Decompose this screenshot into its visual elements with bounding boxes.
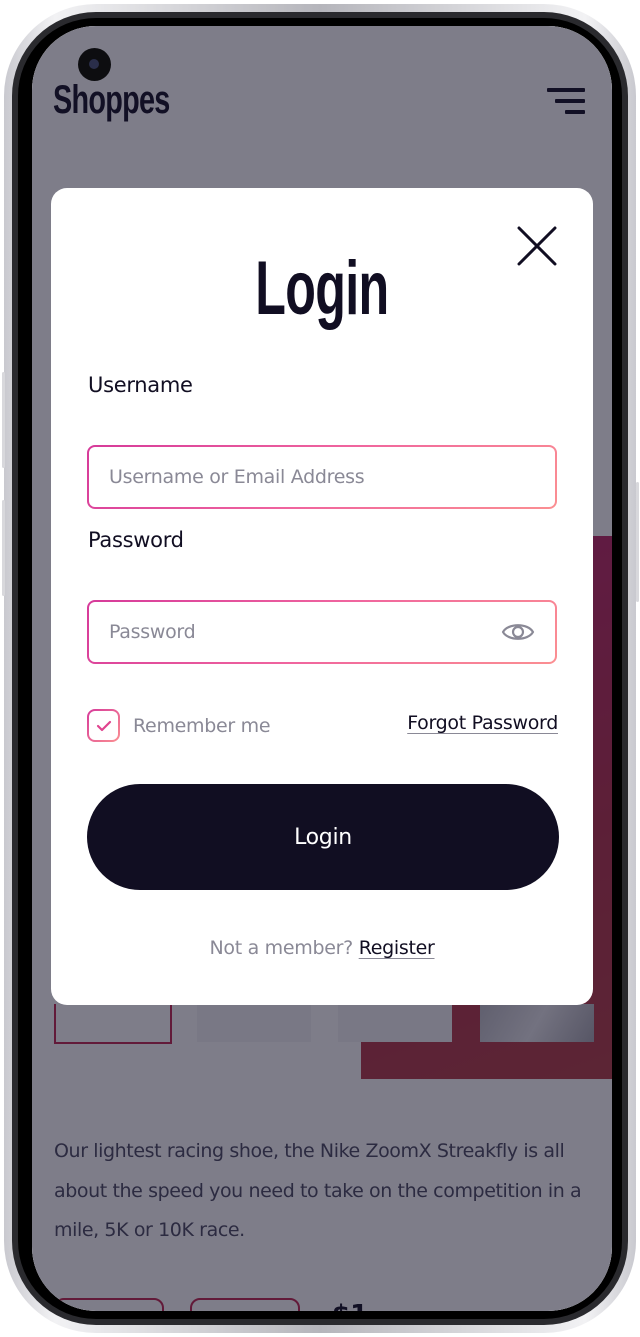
phone-side-button xyxy=(2,500,5,596)
modal-title-wrap: Login xyxy=(51,244,593,334)
remember-me-checkbox[interactable]: Remember me xyxy=(87,709,271,742)
forgot-password-link[interactable]: Forgot Password xyxy=(407,712,558,734)
password-field-wrap xyxy=(87,600,557,664)
checkbox-box[interactable] xyxy=(87,709,120,742)
login-modal: Login Username Password xyxy=(51,188,593,1005)
front-camera xyxy=(78,48,111,81)
register-prompt: Not a member? xyxy=(209,937,353,959)
username-label: Username xyxy=(88,373,193,397)
modal-title: Login xyxy=(255,246,389,331)
register-link[interactable]: Register xyxy=(359,937,435,959)
phone-side-button xyxy=(636,482,639,602)
register-row: Not a member? Register xyxy=(51,937,593,959)
username-field-wrap xyxy=(87,445,557,509)
password-input[interactable] xyxy=(109,621,493,643)
password-label: Password xyxy=(88,528,184,552)
eye-icon[interactable] xyxy=(501,619,535,645)
remember-me-label: Remember me xyxy=(133,714,271,737)
username-input[interactable] xyxy=(109,466,535,488)
checkmark-icon xyxy=(96,720,111,731)
screen: Shoppes Our lightest racing shoe, the Ni… xyxy=(32,26,612,1311)
login-button[interactable]: Login xyxy=(87,784,559,890)
phone-side-button xyxy=(2,372,5,468)
